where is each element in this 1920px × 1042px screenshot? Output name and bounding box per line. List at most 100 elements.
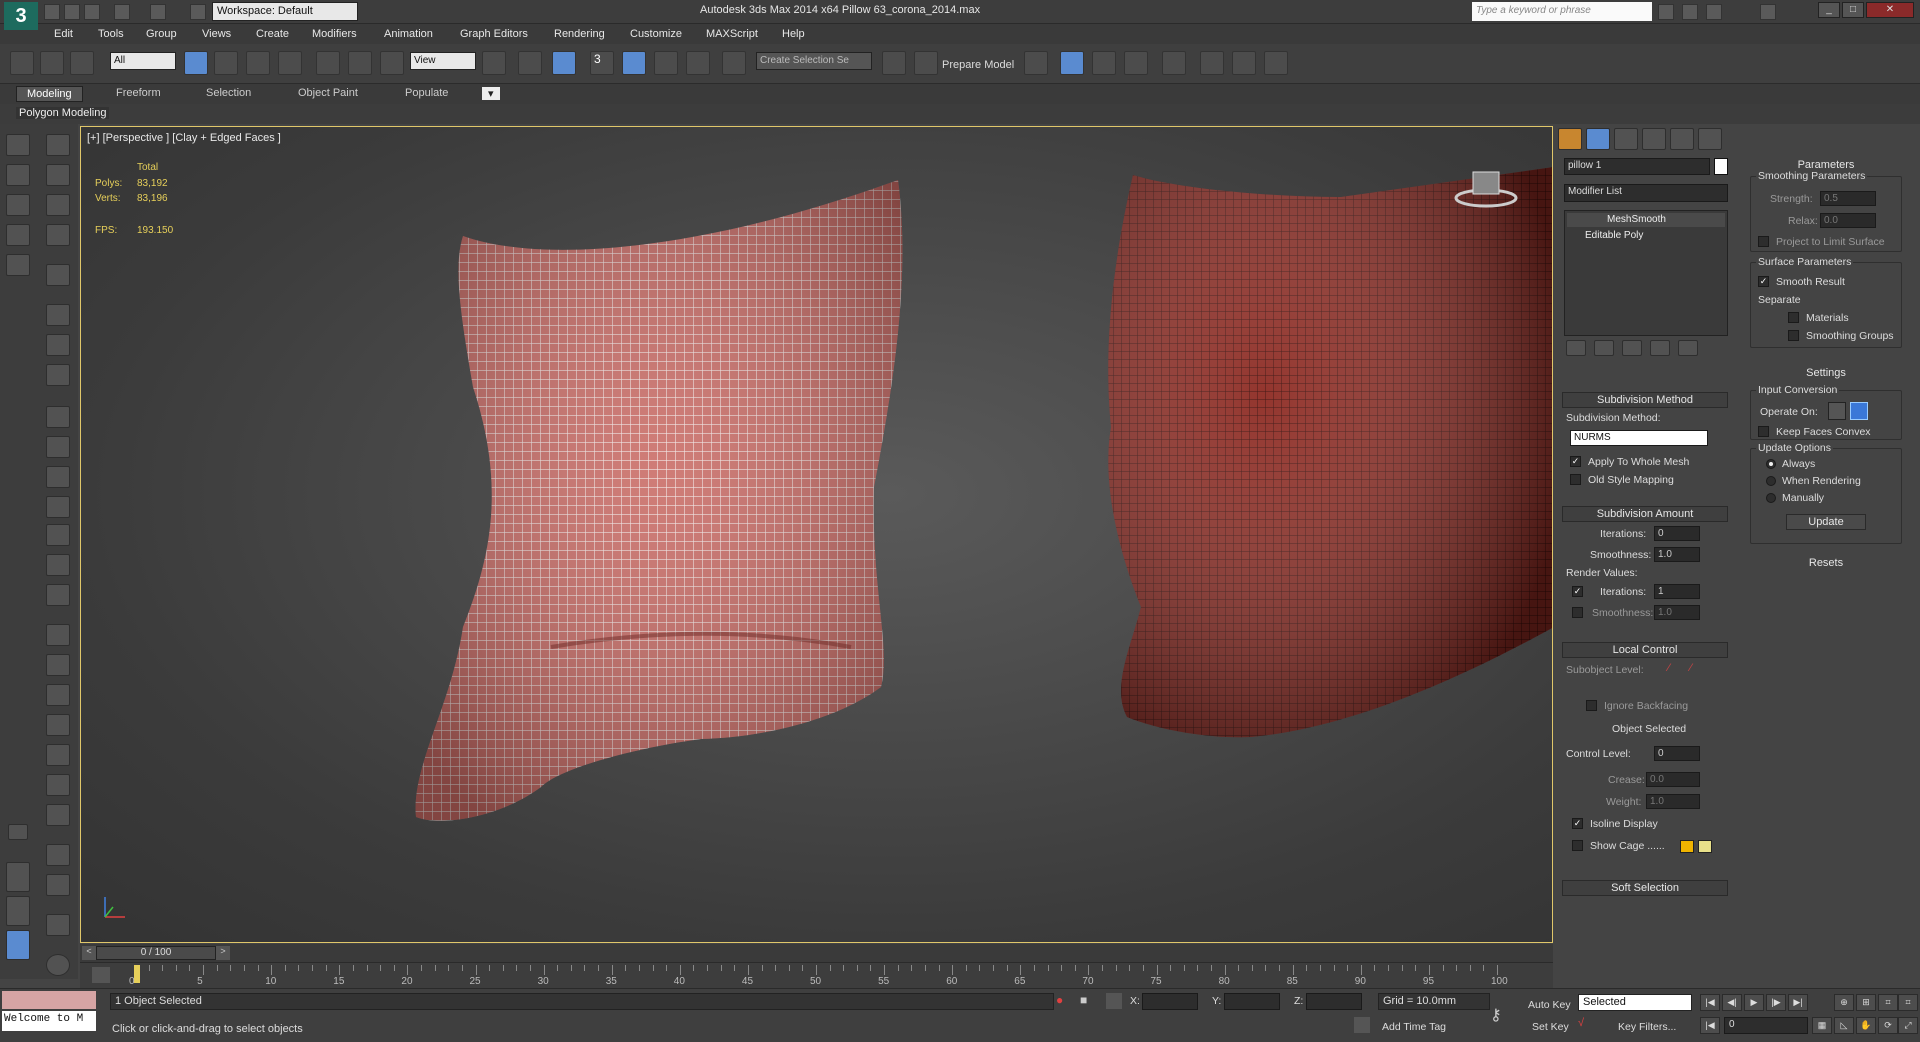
pin-stack-icon[interactable] [1566, 340, 1586, 356]
expand-arrow-icon[interactable] [8, 824, 28, 840]
absolute-mode-icon[interactable] [1106, 993, 1122, 1009]
time-cursor[interactable] [134, 965, 140, 983]
table-icon[interactable] [46, 224, 70, 246]
open-file-icon[interactable] [64, 4, 80, 20]
ignore-backfacing-checkbox[interactable] [1586, 700, 1597, 711]
undo-icon[interactable] [114, 4, 130, 20]
z-coord-field[interactable] [1306, 993, 1362, 1010]
tab-populate[interactable]: Populate [405, 87, 448, 99]
bind-space-warp-icon[interactable] [70, 51, 94, 75]
pan-icon[interactable]: ✋ [1856, 1017, 1876, 1034]
perspective-viewport[interactable]: [+] [Perspective ] [Clay + Edged Faces ]… [80, 126, 1553, 943]
cage-color-1-swatch[interactable] [1680, 840, 1694, 853]
time-config-icon[interactable]: ▦ [1812, 1017, 1832, 1034]
app-logo-icon[interactable]: 3 [4, 2, 38, 30]
material-sphere-icon[interactable] [46, 844, 70, 866]
goto-end-icon[interactable]: ▶| [1788, 994, 1808, 1011]
display-tab-icon[interactable] [1670, 128, 1694, 150]
viewport-layout-2-icon[interactable] [6, 896, 30, 926]
menu-graph-editors[interactable]: Graph Editors [460, 28, 528, 40]
render-setup-icon[interactable] [1200, 51, 1224, 75]
zoom-extents-all-icon[interactable]: ⌗ [1898, 994, 1918, 1011]
film-reel-icon[interactable] [46, 334, 70, 356]
create-tab-icon[interactable] [1558, 128, 1582, 150]
relax-spinner[interactable]: 0.0 [1820, 213, 1876, 228]
iterations-spinner[interactable]: 0 [1654, 526, 1700, 541]
motion-tab-icon[interactable] [1642, 128, 1666, 150]
geosphere-icon[interactable] [46, 584, 70, 606]
menu-maxscript[interactable]: MAXScript [706, 28, 758, 40]
image-icon[interactable] [46, 164, 70, 186]
smoothing-groups-checkbox[interactable] [1788, 330, 1799, 341]
unlink-icon[interactable] [40, 51, 64, 75]
torus-icon[interactable] [46, 496, 70, 518]
save-file-icon[interactable] [84, 4, 100, 20]
configure-sets-icon[interactable] [1678, 340, 1698, 356]
operate-polygons-icon[interactable] [1850, 402, 1868, 420]
layer-explorer-icon[interactable] [1024, 51, 1048, 75]
spinner-snap-icon[interactable] [686, 51, 710, 75]
cage-color-2-swatch[interactable] [1698, 840, 1712, 853]
hair-icon[interactable] [46, 774, 70, 796]
notes-icon[interactable] [46, 914, 70, 936]
video-camera-icon[interactable] [46, 364, 70, 386]
object-name-field[interactable]: pillow 1 [1564, 158, 1710, 175]
timeline-track[interactable]: 0 5 10 15 20 25 30 35 40 45 50 55 60 65 70 75 80 85 90 95 10… [80, 962, 1553, 988]
menu-views[interactable]: Views [202, 28, 231, 40]
lock-icon[interactable]: ■ [1080, 993, 1094, 1009]
viewcube-icon[interactable] [1451, 162, 1521, 212]
select-link-icon[interactable] [10, 51, 34, 75]
redo-icon[interactable] [150, 4, 166, 20]
old-style-mapping-checkbox[interactable] [1570, 474, 1581, 485]
remove-modifier-icon[interactable] [1650, 340, 1670, 356]
sun-icon[interactable] [46, 554, 70, 576]
help-circle-icon[interactable] [46, 954, 70, 976]
light-icon[interactable] [46, 264, 70, 286]
smoothness-spinner[interactable]: 1.0 [1654, 547, 1700, 562]
project-limit-checkbox[interactable] [1758, 236, 1769, 247]
tab-modeling[interactable]: Modeling [16, 86, 83, 102]
subscription-icon[interactable] [1682, 4, 1698, 20]
edge-level-icon[interactable]: ⁄ [1690, 662, 1704, 676]
next-key-icon[interactable]: |▶ [1766, 994, 1786, 1011]
vertex-level-icon[interactable]: ⁄ [1668, 662, 1682, 676]
schematic-view-icon[interactable] [1124, 51, 1148, 75]
goto-start-icon[interactable]: |◀ [1700, 994, 1720, 1011]
zoom-icon[interactable]: ⊕ [1834, 994, 1854, 1011]
prev-key-icon[interactable]: ◀| [1722, 994, 1742, 1011]
manually-radio[interactable] [1766, 493, 1776, 503]
menu-tools[interactable]: Tools [98, 28, 124, 40]
sphere-half-icon[interactable] [46, 436, 70, 458]
settings-rollout[interactable]: Settings [1746, 366, 1906, 382]
modify-tab-icon[interactable] [1586, 128, 1610, 150]
operate-triangles-icon[interactable] [1828, 402, 1846, 420]
subdivision-method-rollout[interactable]: Subdivision Method [1562, 392, 1728, 408]
add-time-tag[interactable]: Add Time Tag [1382, 1021, 1446, 1033]
camera-icon[interactable] [46, 304, 70, 326]
prepare-model-label[interactable]: Prepare Model [942, 59, 1014, 71]
y-coord-field[interactable] [1224, 993, 1280, 1010]
menu-rendering[interactable]: Rendering [554, 28, 605, 40]
reference-coord-dropdown[interactable]: View [410, 52, 476, 70]
selection-filter-dropdown[interactable]: All [110, 52, 176, 70]
binoculars-icon[interactable] [1658, 4, 1674, 20]
stack-item-meshsmooth[interactable]: MeshSmooth [1567, 213, 1725, 227]
select-object-icon[interactable] [184, 51, 208, 75]
menu-create[interactable]: Create [256, 28, 289, 40]
gear-icon[interactable] [46, 714, 70, 736]
smooth-result-checkbox[interactable]: ✓ [1758, 276, 1769, 287]
make-unique-icon[interactable] [1622, 340, 1642, 356]
rotate-icon[interactable] [348, 51, 372, 75]
menu-help[interactable]: Help [782, 28, 805, 40]
stack-item-editable-poly[interactable]: Editable Poly [1567, 229, 1725, 243]
teapot-icon[interactable] [46, 134, 70, 156]
key-mode-dropdown[interactable]: Selected [1578, 994, 1692, 1011]
weight-spinner[interactable]: 1.0 [1646, 794, 1700, 809]
orbit-icon[interactable]: ⟳ [1878, 1017, 1898, 1034]
edit-named-sets-icon[interactable] [722, 51, 746, 75]
help-icon[interactable] [1760, 4, 1776, 20]
rendered-frame-window-icon[interactable] [1232, 51, 1256, 75]
curve-editor-icon[interactable] [1092, 51, 1116, 75]
show-end-result-icon[interactable] [1594, 340, 1614, 356]
layer-select-icon[interactable] [6, 224, 30, 246]
